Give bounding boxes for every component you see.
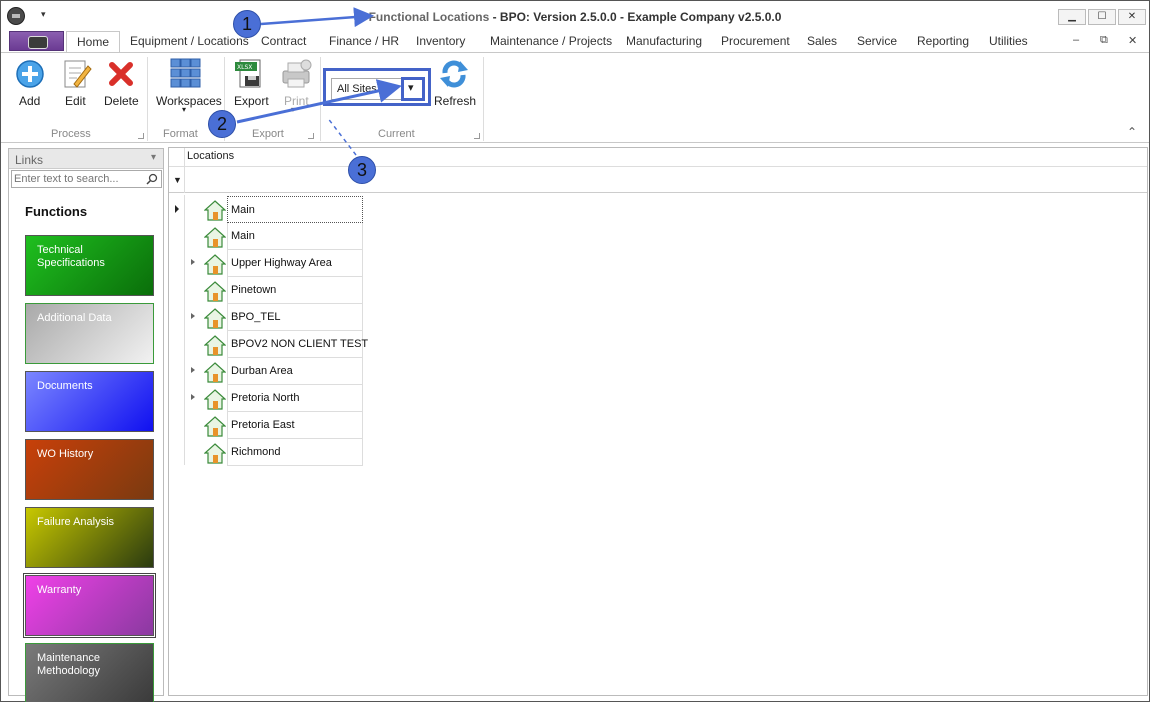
- callout-1-arrow: [260, 7, 374, 28]
- callout-1: 1: [233, 10, 261, 38]
- app-window: ▾ Functional Locations - BPO: Version 2.…: [0, 0, 1150, 702]
- callout-2: 2: [208, 110, 236, 138]
- callout-2-arrow: [236, 79, 402, 124]
- callout-3-connector: [326, 116, 357, 156]
- annotation-arrows: [236, 7, 402, 156]
- callout-3: 3: [348, 156, 376, 184]
